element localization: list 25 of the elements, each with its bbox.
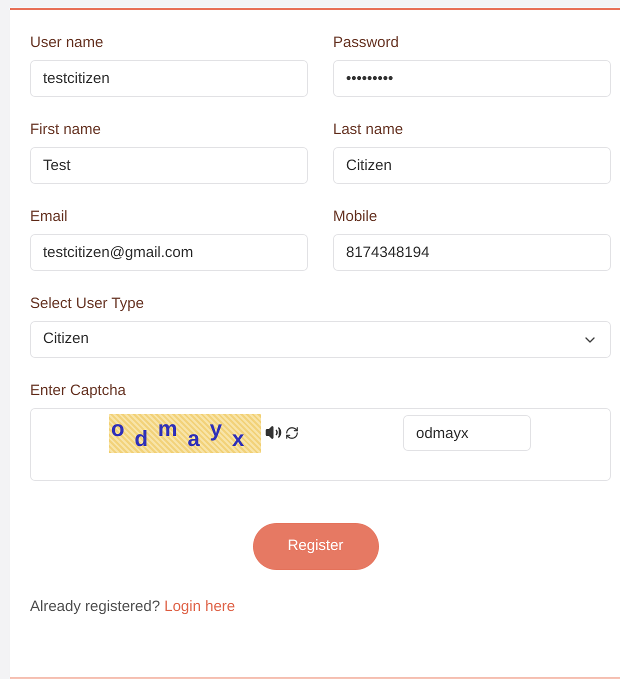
captcha-character: o: [111, 418, 124, 440]
refresh-icon[interactable]: [285, 426, 299, 440]
input-field[interactable]: Citizen: [333, 147, 611, 184]
captcha-character: d: [134, 428, 148, 450]
captcha-character: x: [232, 428, 244, 450]
field-label: Email: [30, 207, 69, 227]
field-label: Enter Captcha: [30, 381, 127, 401]
field-label: Select User Type: [30, 294, 145, 314]
field-label: Password: [333, 33, 400, 53]
captcha-character: y: [210, 418, 222, 440]
captcha-character: m: [158, 418, 178, 440]
field-label: First name: [30, 120, 102, 140]
input-field[interactable]: testcitizen@gmail.com: [30, 234, 308, 271]
select-field[interactable]: Citizen: [30, 321, 611, 358]
speaker-icon[interactable]: [265, 424, 282, 441]
field-label: Mobile: [333, 207, 378, 227]
input-field[interactable]: testcitizen: [30, 60, 308, 97]
captcha-character: a: [187, 428, 200, 450]
input-field[interactable]: •••••••••: [333, 60, 611, 97]
captcha-input[interactable]: odmayx: [403, 415, 531, 451]
login-prompt: Already registered? Login here: [30, 597, 236, 617]
input-field[interactable]: 8174348194: [333, 234, 611, 271]
input-field[interactable]: Test: [30, 147, 308, 184]
field-label: Last name: [333, 120, 404, 140]
field-label: User name: [30, 33, 104, 53]
